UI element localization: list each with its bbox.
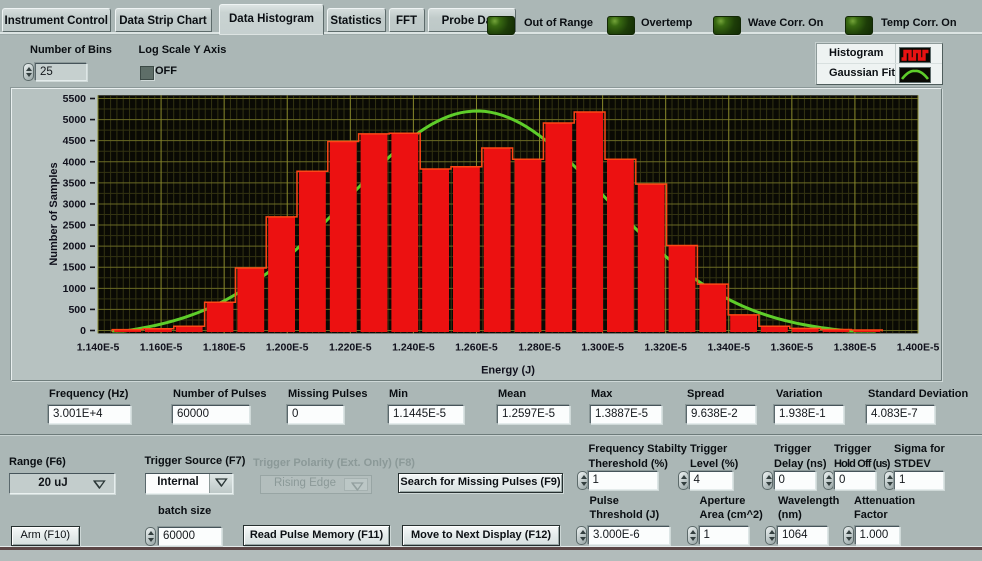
svg-text:1.200E-5: 1.200E-5 [266,342,309,354]
svg-text:1.160E-5: 1.160E-5 [140,342,183,354]
svg-text:1.240E-5: 1.240E-5 [392,342,435,354]
svg-text:1.220E-5: 1.220E-5 [329,342,372,354]
svg-text:5500: 5500 [63,93,87,105]
svg-text:1.140E-5: 1.140E-5 [77,342,120,354]
svg-text:4000: 4000 [63,156,87,168]
svg-text:1.340E-5: 1.340E-5 [707,342,750,354]
svg-text:2000: 2000 [63,241,87,253]
svg-text:500: 500 [68,304,86,316]
svg-text:1.380E-5: 1.380E-5 [834,342,877,354]
svg-text:1.360E-5: 1.360E-5 [771,342,814,354]
svg-text:1000: 1000 [63,283,87,295]
svg-text:1.320E-5: 1.320E-5 [644,342,687,354]
svg-text:0: 0 [80,325,86,337]
svg-text:1.260E-5: 1.260E-5 [455,342,498,354]
svg-text:5000: 5000 [63,114,87,126]
svg-text:1.180E-5: 1.180E-5 [203,342,246,354]
svg-text:1500: 1500 [63,262,87,274]
svg-text:Number of Samples: Number of Samples [48,162,60,265]
svg-text:2500: 2500 [63,220,87,232]
svg-text:4500: 4500 [63,135,87,147]
svg-text:3000: 3000 [63,198,87,210]
svg-text:1.300E-5: 1.300E-5 [581,342,624,354]
svg-text:1.280E-5: 1.280E-5 [518,342,561,354]
svg-text:3500: 3500 [63,177,87,189]
svg-text:1.400E-5: 1.400E-5 [897,342,940,354]
svg-text:Energy (J): Energy (J) [481,365,535,377]
